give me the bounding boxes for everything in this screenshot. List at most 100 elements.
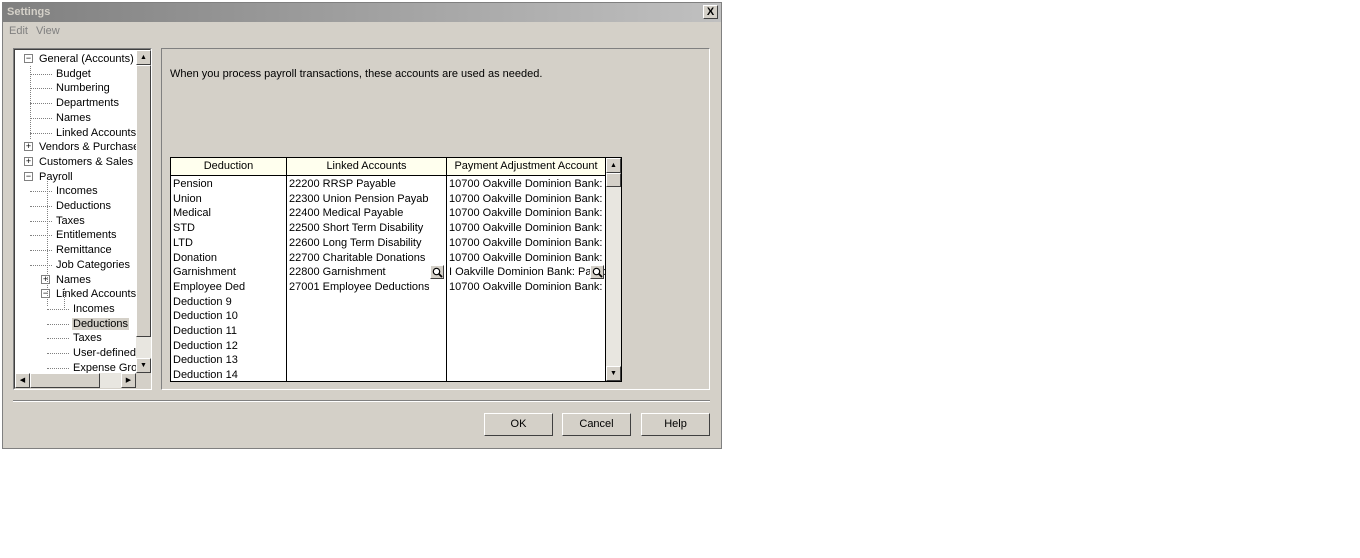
cell-deduction[interactable]: STD [171,221,286,235]
cell-payment[interactable] [447,368,605,381]
tree-connector [30,235,52,237]
settings-tree[interactable]: General (Accounts) − Budget Numbering Depart… [13,48,152,390]
tree-hscroll-thumb[interactable] [30,373,100,388]
cell-payment[interactable]: 10700 Oakville Dominion Bank: Pay [447,280,605,294]
tree-item[interactable]: Payroll [38,170,74,184]
cell-linked[interactable] [287,309,429,323]
tree-item[interactable]: Linked Accounts [55,126,137,140]
cell-deduction[interactable]: Medical [171,206,286,220]
tree-item[interactable]: Vendors & Purchases [38,140,146,154]
grid-vscrollbar[interactable]: ▲ ▼ [606,158,621,381]
cell-deduction[interactable]: LTD [171,236,286,250]
cell-payment[interactable]: 10700 Oakville Dominion Bank: Pay [447,251,605,265]
collapse-icon[interactable]: − [41,289,50,299]
cell-payment[interactable]: 10700 Oakville Dominion Bank: Pay [447,192,605,206]
cell-deduction[interactable]: Pension [171,177,286,191]
expand-icon[interactable]: + [41,274,50,284]
cell-linked[interactable]: 22300 Union Pension Payable [287,192,429,206]
cell-payment[interactable]: I Oakville Dominion Bank: Payroll [447,265,605,279]
cell-linked[interactable]: 22500 Short Term Disability [287,221,429,235]
cell-payment[interactable]: 10700 Oakville Dominion Bank: Pay [447,206,605,220]
cell-deduction[interactable]: Deduction 10 [171,309,286,323]
arrow-right-icon[interactable]: ▶ [121,373,136,388]
cell-linked[interactable]: 22800 Garnishment [287,265,429,279]
tree-item[interactable]: Numbering [55,81,111,95]
grid-vscroll-thumb[interactable] [606,173,621,187]
cell-deduction[interactable]: Deduction 12 [171,339,286,353]
cell-payment[interactable] [447,324,605,338]
cell-deduction[interactable]: Garnishment [171,265,286,279]
arrow-left-icon[interactable]: ◀ [15,373,30,388]
collapse-icon[interactable]: − [24,54,33,63]
help-button[interactable]: Help [641,413,710,436]
cell-payment[interactable] [447,309,605,323]
tree-connector [30,264,52,266]
tree-item-label: Budget [56,67,91,80]
cell-linked[interactable]: 22400 Medical Payable [287,206,429,220]
cell-deduction[interactable]: Deduction 13 [171,353,286,367]
arrow-down-icon[interactable]: ▼ [606,366,621,381]
cancel-button[interactable]: Cancel [562,413,631,436]
cell-linked[interactable] [287,324,429,338]
col-header-linked-accounts[interactable]: Linked Accounts [287,158,447,176]
cell-payment[interactable] [447,353,605,367]
tree-hscrollbar[interactable]: ◀ ▶ [15,373,136,388]
tree-guide [47,179,48,306]
tree-item[interactable]: Departments [55,96,120,110]
tree-item[interactable]: Names [55,111,92,125]
cell-linked[interactable]: 22700 Charitable Donations [287,251,429,265]
tree-item[interactable]: Names [55,273,92,287]
tree-item[interactable]: Job Categories [55,258,131,272]
cell-linked[interactable] [287,368,429,381]
tree-item[interactable]: Customers & Sales [38,155,134,169]
tree-item[interactable]: Taxes [72,331,103,345]
cell-deduction[interactable]: Union [171,192,286,206]
tree-item-label: Taxes [56,214,85,227]
collapse-icon[interactable]: − [24,171,33,181]
tree-item[interactable]: General (Accounts) [38,52,135,66]
tree-item[interactable]: Linked Accounts [55,287,137,301]
tree-item[interactable]: Deductions [72,317,130,331]
cell-payment[interactable]: 10700 Oakville Dominion Bank: Pay [447,177,605,191]
expand-icon[interactable]: + [24,142,33,152]
cell-linked[interactable]: 27001 Employee Deductions [287,280,429,294]
tree-vscrollbar[interactable]: ▲ ▼ [136,50,151,373]
cell-deduction[interactable]: Deduction 11 [171,324,286,338]
col-header-deduction[interactable]: Deduction [171,158,287,176]
menu-edit[interactable]: Edit [9,25,28,37]
title-bar[interactable]: Settings X [3,3,721,22]
cell-linked[interactable]: 22200 RRSP Payable [287,177,429,191]
tree-item[interactable]: Incomes [55,184,99,198]
arrow-up-icon[interactable]: ▲ [606,158,621,173]
magnifier-icon[interactable] [430,265,444,280]
cell-deduction[interactable]: Employee Ded [171,280,286,294]
tree-connector [47,367,69,369]
cell-linked[interactable] [287,339,429,353]
cell-linked[interactable]: 22600 Long Term Disability [287,236,429,250]
separator [13,400,710,402]
arrow-down-icon[interactable]: ▼ [136,358,151,373]
cell-linked[interactable] [287,295,429,309]
tree-item[interactable]: Budget [55,67,92,81]
magnifier-icon[interactable] [590,265,604,280]
tree-item[interactable]: Deductions [55,199,112,213]
cell-payment[interactable]: 10700 Oakville Dominion Bank: Pay [447,221,605,235]
cell-linked[interactable] [287,353,429,367]
ok-button[interactable]: OK [484,413,553,436]
tree-vscroll-thumb[interactable] [136,65,151,337]
tree-item[interactable]: Remittance [55,243,113,257]
cell-deduction[interactable]: Deduction 14 [171,368,286,381]
menu-view[interactable]: View [36,25,60,37]
close-button[interactable]: X [703,5,718,19]
tree-item[interactable]: Taxes [55,214,86,228]
expand-icon[interactable]: + [24,156,33,166]
col-header-payment-adjustment[interactable]: Payment Adjustment Account [447,158,606,176]
tree-item[interactable]: Incomes [72,302,116,316]
tree-item[interactable]: Entitlements [55,228,118,242]
cell-deduction[interactable]: Donation [171,251,286,265]
cell-payment[interactable] [447,295,605,309]
cell-payment[interactable]: 10700 Oakville Dominion Bank: Pay [447,236,605,250]
cell-deduction[interactable]: Deduction 9 [171,295,286,309]
cell-payment[interactable] [447,339,605,353]
arrow-up-icon[interactable]: ▲ [136,50,151,65]
